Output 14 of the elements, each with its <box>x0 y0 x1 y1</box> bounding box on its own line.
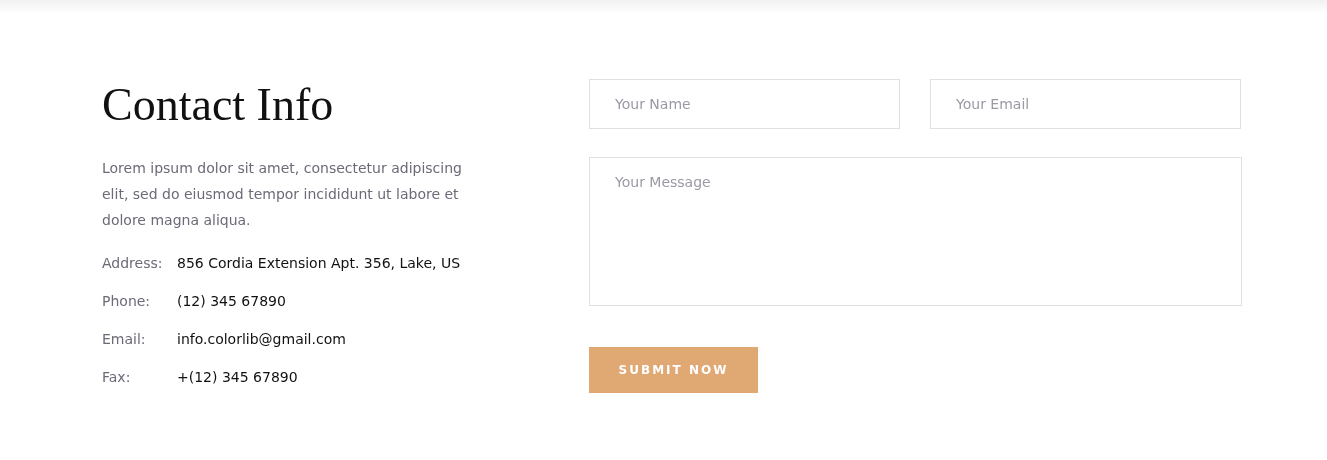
detail-label: Address: <box>102 255 164 271</box>
name-field[interactable]: Your Name <box>589 79 900 129</box>
detail-value: (12) 345 67890 <box>177 293 286 309</box>
detail-label: Fax: <box>102 369 132 385</box>
detail-value: +(12) 345 67890 <box>177 369 298 385</box>
contact-description: Lorem ipsum dolor sit amet, consectetur adipiscing elit, sed do eiusmod tempor incididunt ut labore et dolore magna aliqua. <box>102 159 463 230</box>
message-field[interactable]: Your Message <box>589 157 1242 306</box>
email-field[interactable]: Your Email <box>930 79 1241 129</box>
contact-heading: Contact Info <box>102 79 335 131</box>
detail-value: info.colorlib@gmail.com <box>177 331 346 347</box>
detail-value: 856 Cordia Extension Apt. 356, Lake, US <box>177 255 461 271</box>
submit-button[interactable]: SUBMIT NOW <box>589 347 758 393</box>
detail-label: Phone: <box>102 293 152 309</box>
detail-label: Email: <box>102 331 147 347</box>
